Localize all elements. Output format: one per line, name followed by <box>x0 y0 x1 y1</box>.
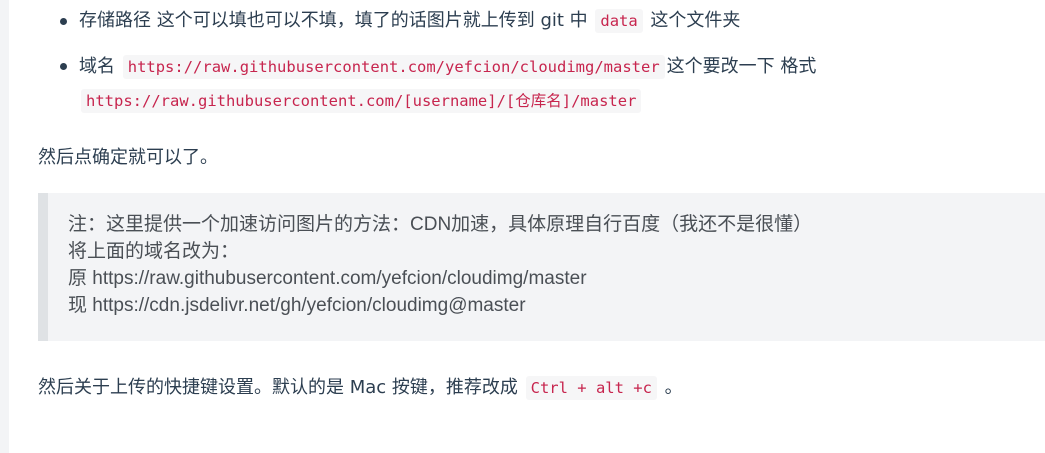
list-item-storage-path: 存储路径 这个可以填也可以不填，填了的话图片就上传到 git 中 data 这个… <box>38 0 1045 35</box>
storage-path-text: 存储路径 这个可以填也可以不填，填了的话图片就上传到 git 中 <box>79 10 594 31</box>
note-line-4: 现 https://cdn.jsdelivr.net/gh/yefcion/cl… <box>68 295 526 316</box>
list-item-domain: 域名 https://raw.githubusercontent.com/yef… <box>38 50 1045 118</box>
storage-path-text-after: 这个文件夹 <box>644 10 741 31</box>
inline-code-data: data <box>595 9 643 33</box>
inline-code-domain-url: https://raw.githubusercontent.com/yefcio… <box>122 55 665 79</box>
bullet-icon <box>60 63 67 70</box>
inline-code-shortcut: Ctrl + alt +c <box>525 376 657 400</box>
shortcut-text-after: 。 <box>658 377 683 398</box>
note-blockquote: 注：这里提供一个加速访问图片的方法：CDN加速，具体原理自行百度（我还不是很懂）… <box>38 193 1045 341</box>
bullet-icon <box>60 18 67 25</box>
note-line-2: 将上面的域名改为： <box>68 241 240 262</box>
paragraph-confirm: 然后点确定就可以了。 <box>38 147 218 168</box>
domain-instruction-text: 这个要改一下 格式 <box>666 56 817 77</box>
article-content: 存储路径 这个可以填也可以不填，填了的话图片就上传到 git 中 data 这个… <box>38 0 1045 400</box>
shortcut-text: 然后关于上传的快捷键设置。默认的是 Mac 按键，推荐改成 <box>38 377 524 398</box>
inline-code-url-format: https://raw.githubusercontent.com/[usern… <box>81 89 642 113</box>
note-line-3: 原 https://raw.githubusercontent.com/yefc… <box>68 268 587 289</box>
domain-label: 域名 <box>79 56 121 77</box>
paragraph-shortcut: 然后关于上传的快捷键设置。默认的是 Mac 按键，推荐改成 Ctrl + alt… <box>38 374 683 402</box>
bullet-list: 存储路径 这个可以填也可以不填，填了的话图片就上传到 git 中 data 这个… <box>38 0 1045 118</box>
note-line-1: 注：这里提供一个加速访问图片的方法：CDN加速，具体原理自行百度（我还不是很懂） <box>68 214 813 235</box>
left-rail <box>0 0 9 453</box>
